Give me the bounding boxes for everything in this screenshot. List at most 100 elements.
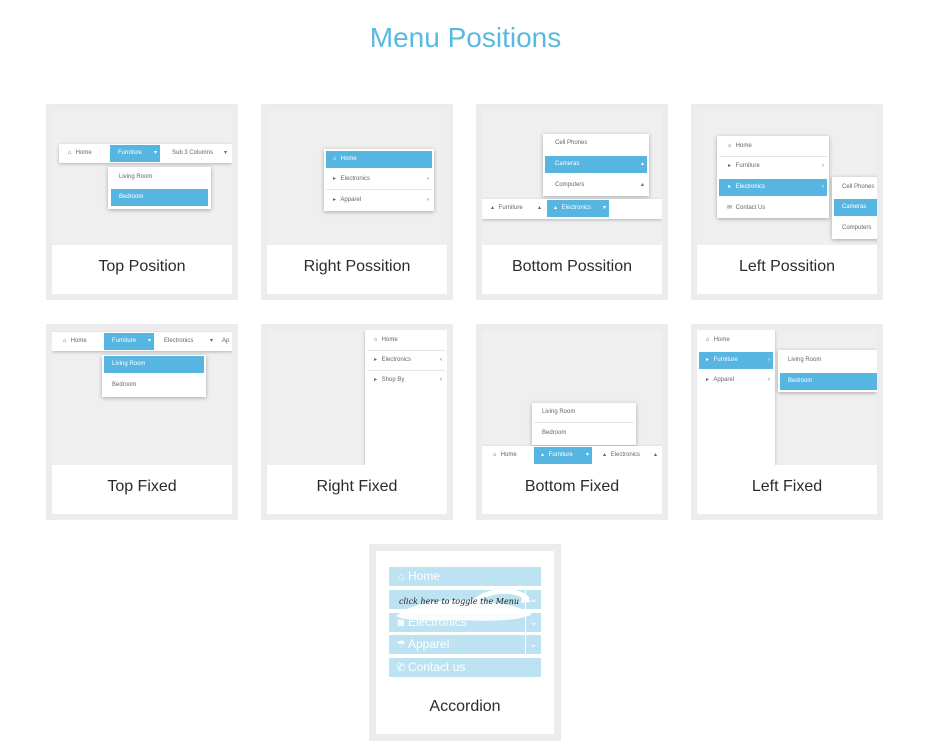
menu-item-furniture[interactable]: ▸ Furniture › xyxy=(699,352,773,369)
accordion-item-home[interactable]: ⌂ Home xyxy=(389,567,541,586)
menu-item-bedroom[interactable]: Bedroom xyxy=(780,373,877,390)
menu-item-label: Living Room xyxy=(788,357,822,363)
card-right-position[interactable]: ⌂ Home ▸ Electronics ‹ ▸ Apparel ‹ Right P… xyxy=(261,104,453,300)
menu-item-ap[interactable]: Ap xyxy=(222,333,232,350)
chevron-down-icon: ⌄ xyxy=(525,635,541,654)
menu-item-furniture[interactable]: Furniture ▾ xyxy=(110,145,160,162)
card-body: Living Room Bedroom ⌂ Home ▴ Furniture ▾ … xyxy=(482,330,662,514)
menu-item-furniture[interactable]: ▴ Furniture ▴ xyxy=(488,200,544,217)
card-label: Right Possition xyxy=(303,258,411,275)
caret-up-icon: ▴ xyxy=(490,205,494,211)
card-top-fixed[interactable]: ⌂ Home Furniture ▾ Electronics ▾ Ap Living… xyxy=(46,324,238,520)
menu-item-shop-by[interactable]: ▸ Shop By ‹ xyxy=(367,372,445,389)
caret-left-icon: ‹ xyxy=(427,176,429,182)
menu-item-electronics[interactable]: ▴ Electronics ▾ xyxy=(547,200,609,217)
menu-item-furniture[interactable]: ▴ Furniture ▾ xyxy=(534,447,592,464)
menu-item-home[interactable]: ⌂ Home xyxy=(367,332,445,349)
menu-item-label: Computers xyxy=(842,225,872,231)
thumb-right-position: ⌂ Home ▸ Electronics ‹ ▸ Apparel ‹ xyxy=(267,110,447,245)
caret-right-icon: ▸ xyxy=(705,357,709,363)
menu-item-home[interactable]: ⌂ Home xyxy=(490,447,530,464)
card-accordion[interactable]: ⌂ Home ⌄ ◙ Electronics ⌄ ☂ Apparel ⌄ ✆ Contact… xyxy=(369,544,561,741)
card-label: Left Fixed xyxy=(751,478,823,495)
accordion-item-label: Home xyxy=(408,569,441,583)
menu-item-apparel[interactable]: ▸ Apparel ‹ xyxy=(326,192,432,209)
phone-icon: ✆ xyxy=(396,662,406,674)
menu-item-label: Home xyxy=(340,156,357,162)
menu-item-home[interactable]: ⌂ Home xyxy=(326,151,432,168)
chevron-right-icon: › xyxy=(768,377,770,383)
menu-item-electronics[interactable]: Electronics ▾ xyxy=(164,333,216,350)
menu-item-electronics[interactable]: ▴ Electronics ▴ xyxy=(600,447,660,464)
card-top-position[interactable]: ⌂ Home Furniture ▾ Sub 3 Columns ▾ Living … xyxy=(46,104,238,300)
menu-item-living-room[interactable]: Living Room xyxy=(104,356,204,373)
menu-item-label: Electronics xyxy=(610,452,641,458)
divider xyxy=(534,422,634,423)
caret-left-icon: ‹ xyxy=(427,197,429,203)
caret-right-icon: ▸ xyxy=(332,176,336,182)
menu-item-label: Apparel xyxy=(713,377,735,383)
menu-item-furniture[interactable]: Furniture ▾ xyxy=(104,333,154,350)
card-body: Cell Phones Cameras ▴ Computers ▴ ▴ Furnit… xyxy=(482,110,662,294)
menu-item-label: Living Room xyxy=(112,361,146,367)
menu-item-electronics[interactable]: ▸ Electronics ‹ xyxy=(326,171,432,188)
menu-item-home[interactable]: ⌂ Home xyxy=(699,332,773,349)
menu-item-bedroom[interactable]: Bedroom xyxy=(104,377,204,394)
menu-item-label: Home xyxy=(381,337,398,343)
menu-item-cell-phones[interactable]: Cell Phones xyxy=(545,135,647,152)
menu-item-label: Furniture xyxy=(713,357,738,363)
card-left-position[interactable]: ⌂ Home ▸ Furniture › ▸ Electronics › ✉ Con… xyxy=(691,104,883,300)
caret-right-icon: ▸ xyxy=(332,197,336,203)
accordion-item-contact-us[interactable]: ✆ Contact us xyxy=(389,658,541,677)
caret-right-icon: ▸ xyxy=(727,184,731,190)
card-right-fixed[interactable]: ⌂ Home ▸ Electronics ‹ ▸ Shop By ‹ Right F… xyxy=(261,324,453,520)
menu-item-label: Bedroom xyxy=(542,430,567,436)
caret-right-icon: ▸ xyxy=(727,163,731,169)
thumb-left-position: ⌂ Home ▸ Furniture › ▸ Electronics › ✉ Con… xyxy=(697,110,877,245)
menu-item-bedroom[interactable]: Bedroom xyxy=(111,189,208,206)
card-left-fixed[interactable]: ⌂ Home ▸ Furniture › ▸ Apparel › Living Ro… xyxy=(691,324,883,520)
menu-item-bedroom[interactable]: Bedroom xyxy=(534,425,634,442)
home-icon: ⌂ xyxy=(397,571,405,583)
divider xyxy=(719,156,827,157)
card-body: ⌂ Home ▸ Furniture › ▸ Apparel › Living Ro… xyxy=(697,330,877,514)
menu-item-label: Sub 3 Columns xyxy=(172,150,214,156)
chevron-right-icon: › xyxy=(768,357,770,363)
menu-item-computers[interactable]: Computers xyxy=(834,220,877,237)
caret-down-icon: ▾ xyxy=(209,338,213,344)
menu-item-electronics[interactable]: ▸ Electronics › xyxy=(719,179,827,196)
thumb-left-fixed: ⌂ Home ▸ Furniture › ▸ Apparel › Living Ro… xyxy=(697,330,877,465)
caret-down-icon: ▾ xyxy=(585,452,589,458)
menu-item-label: Furniture xyxy=(118,150,143,156)
caret-right-icon: ▸ xyxy=(705,377,709,383)
page-title: Menu Positions xyxy=(369,22,562,53)
menu-item-label: Shop By xyxy=(381,377,405,383)
menu-item-living-room[interactable]: Living Room xyxy=(111,169,208,186)
caret-up-icon: ▴ xyxy=(640,161,644,167)
thumb-bottom-position: Cell Phones Cameras ▴ Computers ▴ ▴ Furnit… xyxy=(482,110,662,245)
menu-item-cameras[interactable]: Cameras ▴ xyxy=(545,156,647,173)
card-body: ⌂ Home Furniture ▾ Sub 3 Columns ▾ Living … xyxy=(52,110,232,294)
divider xyxy=(326,189,432,190)
menu-item-home[interactable]: ⌂ Home xyxy=(719,138,827,155)
thumb-top-position: ⌂ Home Furniture ▾ Sub 3 Columns ▾ Living … xyxy=(52,110,232,245)
menu-item-sub-3-columns[interactable]: Sub 3 Columns ▾ xyxy=(172,145,230,162)
menu-item-cameras[interactable]: Cameras xyxy=(834,199,877,216)
card-label: Top Fixed xyxy=(107,478,177,495)
menu-item-label: Home xyxy=(500,452,517,458)
menu-item-living-room[interactable]: Living Room xyxy=(534,404,634,421)
menu-item-apparel[interactable]: ▸ Apparel › xyxy=(699,372,773,389)
accordion-item-apparel[interactable]: ☂ Apparel ⌄ xyxy=(389,635,541,654)
home-icon: ⌂ xyxy=(62,338,67,344)
card-body: ⌂ Home ⌄ ◙ Electronics ⌄ ☂ Apparel ⌄ ✆ Contact… xyxy=(376,551,554,734)
card-bottom-position[interactable]: Cell Phones Cameras ▴ Computers ▴ ▴ Furnit… xyxy=(476,104,668,300)
menu-item-electronics[interactable]: ▸ Electronics ‹ xyxy=(367,352,445,369)
card-bottom-fixed[interactable]: Living Room Bedroom ⌂ Home ▴ Furniture ▾ … xyxy=(476,324,668,520)
menu-item-home[interactable]: ⌂ Home xyxy=(65,145,105,162)
menu-item-computers[interactable]: Computers ▴ xyxy=(545,177,647,194)
menu-item-furniture[interactable]: ▸ Furniture › xyxy=(719,158,827,175)
menu-item-living-room[interactable]: Living Room xyxy=(780,352,877,369)
menu-item-cell-phones[interactable]: Cell Phones xyxy=(834,179,877,196)
menu-item-contact-us[interactable]: ✉ Contact Us xyxy=(719,200,827,217)
menu-item-home[interactable]: ⌂ Home xyxy=(60,333,100,350)
